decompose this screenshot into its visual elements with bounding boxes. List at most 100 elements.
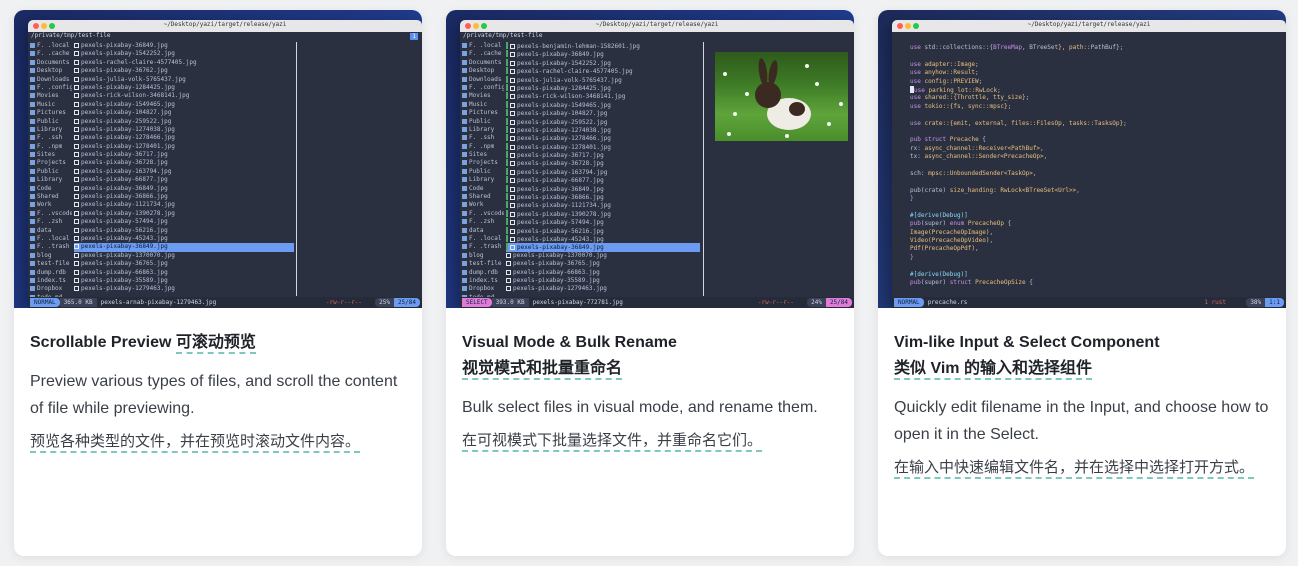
- file-list-item[interactable]: pexels-julia-volk-5765437.jpg: [506, 75, 700, 84]
- parent-folder-item[interactable]: F. .local: [462, 235, 504, 243]
- parent-folder-item[interactable]: Sites: [462, 151, 504, 159]
- parent-folder-item[interactable]: F. .config: [462, 84, 504, 92]
- parent-folder-item[interactable]: F. .cache: [30, 50, 72, 58]
- code-line[interactable]: [910, 203, 1280, 211]
- parent-folder-item[interactable]: Desktop: [30, 67, 72, 75]
- file-list-item[interactable]: pexels-pixabay-36728.jpg: [506, 159, 700, 167]
- code-line[interactable]: [910, 128, 1280, 136]
- code-line[interactable]: [910, 111, 1280, 119]
- parent-folder-item[interactable]: Documents: [30, 59, 72, 67]
- file-list-item[interactable]: pexels-pixabay-36849.jpg: [74, 243, 294, 252]
- parent-folder-item[interactable]: data: [30, 227, 72, 235]
- parent-folder-item[interactable]: dump.rdb: [462, 269, 504, 277]
- file-list-item[interactable]: pexels-pixabay-36717.jpg: [74, 151, 294, 159]
- file-list-item[interactable]: pexels-pixabay-36849.jpg: [506, 50, 700, 58]
- parent-folder-item[interactable]: test-file: [462, 260, 504, 268]
- parent-folder-item[interactable]: Documents: [462, 59, 504, 67]
- parent-folder-item[interactable]: Shared: [30, 193, 72, 201]
- file-list-item[interactable]: pexels-pixabay-1121734.jpg: [74, 201, 294, 209]
- parent-folder-item[interactable]: Projects: [30, 159, 72, 167]
- parent-folder-item[interactable]: blog: [462, 252, 504, 260]
- file-list-item[interactable]: pexels-pixabay-66863.jpg: [506, 269, 700, 277]
- parent-folder-item[interactable]: F. .zsh: [30, 218, 72, 226]
- parent-folder-item[interactable]: F. .local: [462, 42, 504, 50]
- file-list-item[interactable]: pexels-rick-wilson-3468141.jpg: [74, 92, 294, 100]
- file-list-item[interactable]: pexels-pixabay-66863.jpg: [74, 269, 294, 277]
- parent-folder-item[interactable]: F. .npm: [462, 143, 504, 151]
- file-list-item[interactable]: pexels-pixabay-1370070.jpg: [74, 252, 294, 260]
- parent-folder-item[interactable]: F. .zsh: [462, 218, 504, 226]
- file-list-item[interactable]: pexels-pixabay-1279463.jpg: [506, 285, 700, 293]
- parent-folder-item[interactable]: Public: [30, 118, 72, 126]
- code-line[interactable]: pub(crate) size_handing: RwLock<BTreeSet…: [910, 187, 1280, 195]
- parent-folder-item[interactable]: Library: [462, 126, 504, 134]
- code-line[interactable]: use crate::{emit, external, files::Files…: [910, 120, 1280, 128]
- code-line[interactable]: pub(super) struct PrecacheOpSize {: [910, 279, 1280, 287]
- file-list-item[interactable]: pexels-rachel-claire-4577405.jpg: [74, 59, 294, 67]
- file-list-item[interactable]: pexels-pixabay-1370070.jpg: [506, 252, 700, 260]
- parent-folder-item[interactable]: index.ts: [30, 277, 72, 285]
- code-line[interactable]: rx: async_channel::Receiver<PathBuf>,: [910, 145, 1280, 153]
- code-line[interactable]: use anyhow::Result;: [910, 69, 1280, 77]
- file-list-item[interactable]: pexels-pixabay-259522.jpg: [74, 118, 294, 126]
- parent-folder-item[interactable]: F. .vscode: [30, 210, 72, 218]
- parent-folder-item[interactable]: Music: [462, 101, 504, 109]
- parent-folder-item[interactable]: Pictures: [462, 109, 504, 117]
- code-line[interactable]: Video(PrecacheOpVideo),: [910, 237, 1280, 245]
- file-list-item[interactable]: pexels-pixabay-45243.jpg: [506, 234, 700, 243]
- file-list-item[interactable]: pexels-pixabay-36765.jpg: [506, 260, 700, 268]
- parent-folder-item[interactable]: F. .local: [30, 42, 72, 50]
- file-list-item[interactable]: pexels-pixabay-1549465.jpg: [74, 101, 294, 109]
- code-line[interactable]: [910, 262, 1280, 270]
- code-line[interactable]: use shared::{Throttle, tty_size};: [910, 94, 1280, 102]
- code-line[interactable]: sch: mpsc::UnboundedSender<TaskOp>,: [910, 170, 1280, 178]
- file-list-item[interactable]: pexels-benjamin-lehman-1582601.jpg: [506, 42, 700, 50]
- file-list-item[interactable]: pexels-pixabay-36762.jpg: [74, 67, 294, 75]
- file-list-item[interactable]: pexels-pixabay-36849.jpg: [74, 185, 294, 193]
- parent-folder-item[interactable]: F. .config: [30, 84, 72, 92]
- file-list-item[interactable]: pexels-pixabay-57494.jpg: [506, 218, 700, 226]
- parent-folder-item[interactable]: F. .local: [30, 235, 72, 243]
- parent-folder-item[interactable]: Desktop: [462, 67, 504, 75]
- file-list-item[interactable]: pexels-pixabay-57494.jpg: [74, 218, 294, 226]
- file-list-item[interactable]: pexels-pixabay-1279463.jpg: [74, 285, 294, 293]
- code-line[interactable]: use std::collections::{BTreeMap, BTreeSe…: [910, 44, 1280, 52]
- code-line[interactable]: [910, 161, 1280, 169]
- file-list-item[interactable]: pexels-pixabay-36849.jpg: [506, 184, 700, 193]
- parent-folder-item[interactable]: Downloads: [462, 76, 504, 84]
- file-list-item[interactable]: pexels-pixabay-1274038.jpg: [506, 125, 700, 134]
- parent-folder-item[interactable]: Dropbox: [462, 285, 504, 293]
- code-line[interactable]: use adapter::Image;: [910, 61, 1280, 69]
- parent-folder-item[interactable]: Code: [30, 185, 72, 193]
- file-list-item[interactable]: pexels-pixabay-36849.jpg: [74, 42, 294, 50]
- file-list-item[interactable]: pexels-pixabay-36717.jpg: [506, 151, 700, 159]
- file-list-item[interactable]: pexels-pixabay-35589.jpg: [506, 277, 700, 285]
- code-line[interactable]: pub(super) enum PrecacheOp {: [910, 220, 1280, 228]
- file-list-item[interactable]: pexels-pixabay-1542252.jpg: [74, 50, 294, 58]
- code-line[interactable]: pub struct Precache {: [910, 136, 1280, 144]
- parent-folder-item[interactable]: Work: [30, 201, 72, 209]
- parent-folder-item[interactable]: Movies: [30, 92, 72, 100]
- parent-folder-item[interactable]: F. .ssh: [30, 134, 72, 142]
- parent-folder-item[interactable]: Projects: [462, 159, 504, 167]
- file-list-item[interactable]: pexels-pixabay-104827.jpg: [74, 109, 294, 117]
- code-line[interactable]: #[derive(Debug)]: [910, 212, 1280, 220]
- parent-folder-item[interactable]: F. .trash: [462, 243, 504, 251]
- code-line[interactable]: }: [910, 195, 1280, 203]
- file-list-item[interactable]: pexels-pixabay-104827.jpg: [506, 109, 700, 117]
- file-list-item[interactable]: pexels-pixabay-1390278.jpg: [74, 210, 294, 218]
- code-line[interactable]: [910, 52, 1280, 60]
- file-list-item[interactable]: pexels-pixabay-1284425.jpg: [74, 84, 294, 92]
- parent-folder-item[interactable]: Library: [30, 176, 72, 184]
- file-list-item[interactable]: pexels-pixabay-56216.jpg: [506, 226, 700, 235]
- file-list-item[interactable]: pexels-pixabay-36849.jpg: [506, 243, 700, 252]
- parent-folder-item[interactable]: Code: [462, 185, 504, 193]
- file-list-item[interactable]: pexels-pixabay-56216.jpg: [74, 227, 294, 235]
- parent-folder-item[interactable]: Movies: [462, 92, 504, 100]
- file-list-item[interactable]: pexels-pixabay-259522.jpg: [506, 117, 700, 126]
- parent-folder-item[interactable]: Public: [462, 168, 504, 176]
- code-line[interactable]: use parking_lot::RwLock;: [910, 85, 1280, 94]
- parent-folder-item[interactable]: test-file: [30, 260, 72, 268]
- file-list-item[interactable]: pexels-julia-volk-5765437.jpg: [74, 76, 294, 84]
- file-list-item[interactable]: pexels-pixabay-1121734.jpg: [506, 201, 700, 209]
